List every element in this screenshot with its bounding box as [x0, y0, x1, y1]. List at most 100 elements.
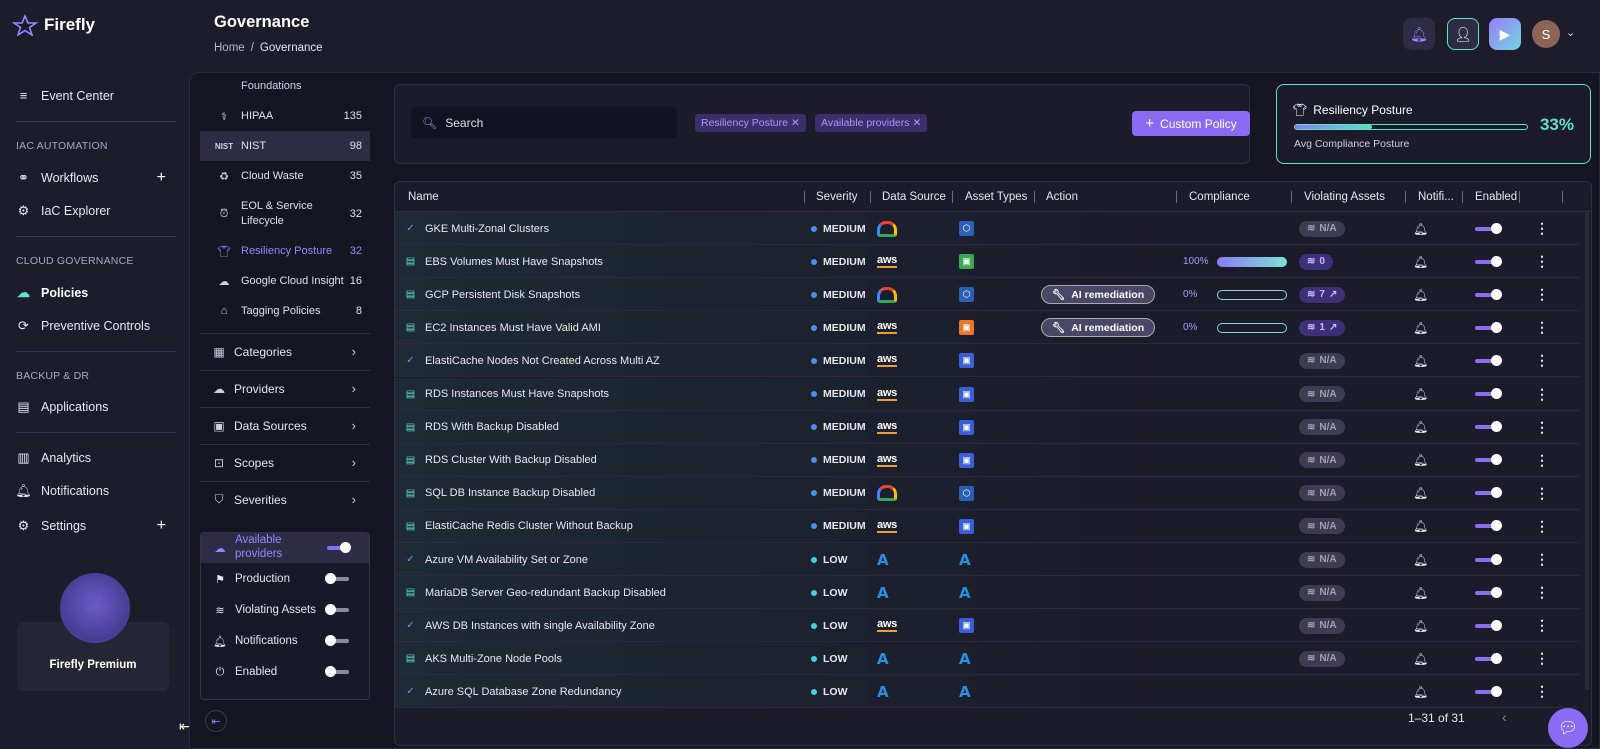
filter-scopes[interactable]: ⊡ Scopes › — [200, 444, 370, 480]
column-divider[interactable] — [1562, 191, 1563, 203]
column-divider[interactable] — [1519, 191, 1520, 203]
framework-hipaa[interactable]: ⚕ HIPAA 135 — [200, 101, 370, 131]
toggle-switch[interactable] — [325, 666, 349, 677]
column-divider[interactable] — [1034, 191, 1035, 203]
violating-assets-badge[interactable]: ≋ N/A — [1299, 518, 1345, 535]
enabled-toggle[interactable] — [1475, 586, 1502, 598]
table-row[interactable]: ▤ SQL DB Instance Backup Disabled MEDIUM ⬡ ≋… — [395, 476, 1579, 510]
violating-assets-badge[interactable]: ≋ N/A — [1299, 220, 1345, 237]
framework-google-cloud-insight[interactable]: ☁ Google Cloud Insight 16 — [200, 266, 370, 296]
policy-name[interactable]: GKE Multi-Zonal Clusters — [425, 212, 549, 245]
violating-assets-badge[interactable]: ≋ N/A — [1299, 452, 1345, 469]
framework-foundations[interactable]: Foundations — [200, 78, 370, 94]
filter-categories[interactable]: ▦ Categories › — [200, 333, 370, 369]
header-name[interactable]: Name — [408, 191, 439, 203]
enabled-toggle[interactable] — [1475, 321, 1502, 333]
header-notifications[interactable]: Notifi... — [1418, 191, 1454, 203]
table-row[interactable]: ▤ MariaDB Server Geo-redundant Backup Dis… — [395, 576, 1579, 610]
nav-workflows[interactable]: ⚭ Workflows + — [16, 169, 166, 187]
column-divider[interactable] — [1405, 191, 1406, 203]
search-input[interactable]: 🔍︎ Search — [411, 107, 677, 139]
filter-chip-resiliency[interactable]: Resiliency Posture ✕ — [695, 114, 806, 132]
enabled-toggle[interactable] — [1475, 685, 1502, 697]
table-row[interactable]: ▤ GCP Persistent Disk Snapshots MEDIUM ⬡ 🔧︎ A… — [395, 278, 1579, 312]
filter-providers[interactable]: ☁ Providers › — [200, 370, 370, 406]
notification-bell-icon[interactable]: 🔔︎ — [1413, 609, 1428, 642]
policy-name[interactable]: EC2 Instances Must Have Valid AMI — [425, 311, 601, 344]
violating-assets-badge[interactable]: ≋ N/A — [1299, 352, 1345, 369]
policy-name[interactable]: SQL DB Instance Backup Disabled — [425, 477, 595, 510]
notifications-bell-button[interactable]: 🔔︎ — [1403, 18, 1435, 50]
header-severity[interactable]: Severity — [816, 191, 858, 203]
more-options-icon[interactable]: ⋮ — [1535, 477, 1549, 510]
close-icon[interactable]: ✕ — [913, 117, 922, 129]
more-options-icon[interactable]: ⋮ — [1535, 543, 1549, 576]
filter-severities[interactable]: ⛉ Severities › — [200, 481, 370, 517]
more-options-icon[interactable]: ⋮ — [1535, 642, 1549, 675]
table-row[interactable]: ▤ ElastiCache Redis Cluster Without Backu… — [395, 509, 1579, 543]
nav-applications[interactable]: ▤ Applications — [16, 399, 166, 414]
table-row[interactable]: ▤ RDS Cluster With Backup Disabled MEDIUM a… — [395, 443, 1579, 477]
notification-bell-icon[interactable]: 🔔︎ — [1413, 378, 1428, 411]
ai-remediation-button[interactable]: 🔧︎ AI remediation — [1041, 285, 1155, 305]
more-options-icon[interactable]: ⋮ — [1535, 278, 1549, 311]
column-divider[interactable] — [1291, 191, 1292, 203]
column-divider[interactable] — [952, 191, 953, 203]
toggle-switch[interactable] — [327, 542, 351, 553]
table-row[interactable]: ▤ AKS Multi-Zone Node Pools LOW A A ≋ N/A 🔔︎ ⋮ — [395, 642, 1579, 676]
framework-eol[interactable]: ⏰︎ EOL & Service Lifecycle 32 — [200, 196, 370, 232]
header-asset-types[interactable]: Asset Types — [965, 191, 1027, 203]
policy-name[interactable]: RDS Instances Must Have Snapshots — [425, 378, 609, 411]
nav-analytics[interactable]: ▥ Analytics — [16, 450, 166, 465]
table-scrollbar[interactable] — [1585, 210, 1589, 690]
policy-name[interactable]: ElastiCache Redis Cluster Without Backup — [425, 510, 633, 543]
toggle-switch[interactable] — [325, 635, 349, 646]
enabled-toggle[interactable] — [1475, 388, 1502, 399]
notification-bell-icon[interactable]: 🔔︎ — [1413, 444, 1428, 477]
table-row[interactable]: ✓ ElastiCache Nodes Not Created Across Mu… — [395, 344, 1579, 378]
enabled-toggle[interactable] — [1475, 354, 1502, 366]
violating-assets-badge[interactable]: ≋ N/A — [1299, 584, 1345, 601]
header-compliance[interactable]: Compliance — [1189, 191, 1250, 203]
nav-iac-explorer[interactable]: ⚙ IaC Explorer — [16, 203, 166, 218]
enabled-toggle[interactable] — [1475, 454, 1502, 466]
avatar[interactable]: S — [1532, 20, 1560, 48]
policy-name[interactable]: Azure SQL Database Zone Redundancy — [425, 675, 622, 708]
more-options-icon[interactable]: ⋮ — [1535, 212, 1549, 245]
enabled-toggle[interactable] — [1475, 487, 1502, 499]
more-options-icon[interactable]: ⋮ — [1535, 344, 1549, 377]
violating-assets-badge[interactable]: ≋ N/A — [1299, 419, 1345, 436]
more-options-icon[interactable]: ⋮ — [1535, 245, 1549, 278]
chevron-left-icon[interactable]: ‹ — [1502, 709, 1507, 725]
violating-assets-badge[interactable]: ≋ 7 ↗ — [1299, 286, 1346, 303]
column-divider[interactable] — [1462, 191, 1463, 203]
header-data-source[interactable]: Data Source — [882, 191, 946, 203]
ai-remediation-button[interactable]: 🔧︎ AI remediation — [1041, 318, 1155, 338]
violating-assets-badge[interactable]: ≋ N/A — [1299, 386, 1345, 402]
notification-bell-icon[interactable]: 🔔︎ — [1413, 212, 1428, 245]
framework-tagging-policies[interactable]: ⌂ Tagging Policies 8 — [200, 296, 370, 326]
table-row[interactable]: ▤ EBS Volumes Must Have Snapshots MEDIUM aw… — [395, 245, 1579, 279]
more-options-icon[interactable]: ⋮ — [1535, 576, 1549, 609]
header-violating-assets[interactable]: Violating Assets — [1304, 191, 1385, 203]
more-options-icon[interactable]: ⋮ — [1535, 411, 1549, 444]
notification-bell-icon[interactable]: 🔔︎ — [1413, 278, 1428, 311]
add-workflow-icon[interactable]: + — [157, 169, 166, 187]
nav-preventive-controls[interactable]: ⟳ Preventive Controls — [16, 318, 166, 333]
notification-bell-icon[interactable]: 🔔︎ — [1413, 311, 1428, 344]
more-options-icon[interactable]: ⋮ — [1535, 444, 1549, 477]
column-divider[interactable] — [1176, 191, 1177, 203]
policy-name[interactable]: AWS DB Instances with single Availabilit… — [425, 609, 655, 642]
toggle-switch[interactable] — [325, 604, 349, 615]
table-row[interactable]: ▤ EC2 Instances Must Have Valid AMI MEDIUM… — [395, 311, 1579, 345]
column-divider[interactable] — [804, 191, 805, 203]
more-options-icon[interactable]: ⋮ — [1535, 510, 1549, 543]
filter-data-sources[interactable]: ▣ Data Sources › — [200, 407, 370, 443]
toggle-notifications[interactable]: 🔔︎ Notifications — [201, 626, 369, 656]
enabled-toggle[interactable] — [1475, 652, 1502, 664]
close-icon[interactable]: ✕ — [791, 117, 800, 129]
header-enabled[interactable]: Enabled — [1475, 191, 1517, 203]
table-row[interactable]: ✓ Azure SQL Database Zone Redundancy LOW A A… — [395, 675, 1579, 709]
notification-bell-icon[interactable]: 🔔︎ — [1413, 477, 1428, 510]
notification-bell-icon[interactable]: 🔔︎ — [1413, 675, 1428, 708]
